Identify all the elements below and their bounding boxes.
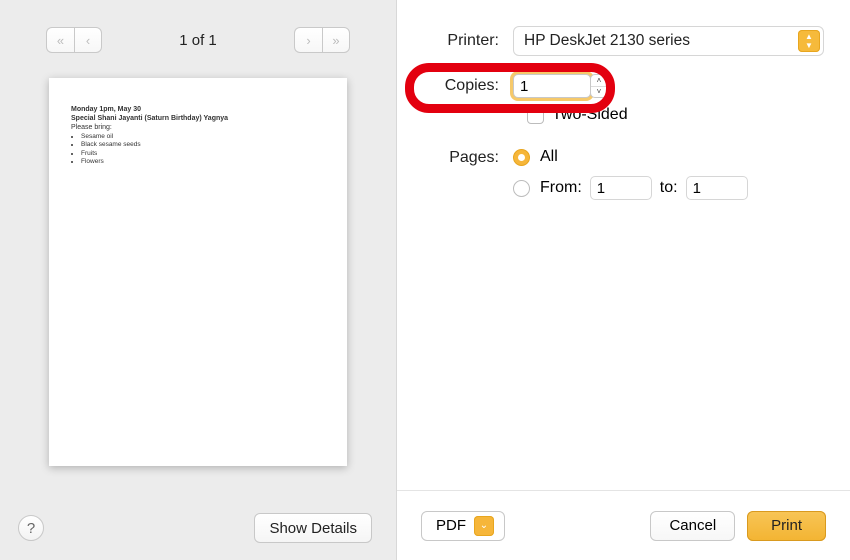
doc-list-item: Black sesame seeds bbox=[81, 141, 325, 149]
next-page-button[interactable]: › bbox=[294, 27, 322, 53]
pages-row: Pages: All From: to: bbox=[423, 148, 824, 200]
nav-next-group: › » bbox=[294, 27, 350, 53]
two-sided-label: Two-Sided bbox=[552, 106, 628, 124]
help-button[interactable]: ? bbox=[18, 515, 44, 541]
printer-row: Printer: HP DeskJet 2130 series ▲▼ bbox=[423, 26, 824, 56]
printer-label: Printer: bbox=[423, 32, 513, 50]
pages-to-label: to: bbox=[660, 179, 678, 197]
doc-list: Sesame oil Black sesame seeds Fruits Flo… bbox=[81, 133, 325, 166]
doc-list-item: Sesame oil bbox=[81, 133, 325, 141]
nav-prev-group: « ‹ bbox=[46, 27, 102, 53]
pages-to-input[interactable] bbox=[686, 176, 748, 200]
pages-options: All From: to: bbox=[513, 148, 756, 200]
radio-all[interactable] bbox=[513, 149, 530, 166]
radio-range[interactable] bbox=[513, 180, 530, 197]
pages-all-option[interactable]: All bbox=[513, 148, 756, 166]
print-button[interactable]: Print bbox=[747, 511, 826, 541]
copies-input[interactable] bbox=[513, 74, 591, 98]
pages-from-input[interactable] bbox=[590, 176, 652, 200]
first-page-button[interactable]: « bbox=[46, 27, 74, 53]
doc-line-3: Please bring: bbox=[71, 124, 325, 133]
stepper-down-icon[interactable]: ˅ bbox=[591, 87, 607, 98]
form-area: Printer: HP DeskJet 2130 series ▲▼ Copie… bbox=[397, 0, 850, 218]
preview-nav: « ‹ 1 of 1 › » bbox=[0, 0, 396, 60]
page-indicator: 1 of 1 bbox=[179, 32, 217, 49]
options-panel: Printer: HP DeskJet 2130 series ▲▼ Copie… bbox=[397, 0, 850, 560]
pdf-menu-button[interactable]: PDF ⌄ bbox=[421, 511, 505, 541]
pages-all-label: All bbox=[540, 148, 558, 166]
printer-value: HP DeskJet 2130 series bbox=[524, 32, 690, 50]
copies-stepper[interactable]: ˄ ˅ bbox=[590, 74, 608, 98]
chevron-down-icon: ⌄ bbox=[474, 516, 494, 536]
right-footer: PDF ⌄ Cancel Print bbox=[397, 490, 850, 560]
copies-row: Copies: ˄ ˅ bbox=[423, 74, 824, 98]
prev-page-button[interactable]: ‹ bbox=[74, 27, 102, 53]
left-footer: ? Show Details bbox=[0, 496, 396, 560]
pages-range-option[interactable]: From: to: bbox=[513, 176, 756, 200]
pdf-label: PDF bbox=[436, 517, 466, 534]
page-preview: Monday 1pm, May 30 Special Shani Jayanti… bbox=[49, 78, 347, 466]
doc-line-2: Special Shani Jayanti (Saturn Birthday) … bbox=[71, 115, 325, 124]
stepper-up-icon[interactable]: ˄ bbox=[591, 75, 607, 87]
last-page-button[interactable]: » bbox=[322, 27, 350, 53]
doc-line-1: Monday 1pm, May 30 bbox=[71, 106, 325, 115]
preview-panel: « ‹ 1 of 1 › » Monday 1pm, May 30 Specia… bbox=[0, 0, 397, 560]
two-sided-row: Two-Sided bbox=[423, 106, 824, 124]
doc-list-item: Fruits bbox=[81, 150, 325, 158]
cancel-button[interactable]: Cancel bbox=[650, 511, 735, 541]
pages-label: Pages: bbox=[423, 148, 513, 168]
copies-label: Copies: bbox=[423, 77, 513, 95]
doc-list-item: Flowers bbox=[81, 158, 325, 166]
dropdown-caret-icon: ▲▼ bbox=[798, 30, 820, 52]
preview-container: Monday 1pm, May 30 Special Shani Jayanti… bbox=[0, 60, 396, 496]
two-sided-checkbox[interactable] bbox=[527, 107, 544, 124]
show-details-button[interactable]: Show Details bbox=[254, 513, 372, 543]
pages-from-label: From: bbox=[540, 179, 582, 197]
printer-select[interactable]: HP DeskJet 2130 series ▲▼ bbox=[513, 26, 824, 56]
